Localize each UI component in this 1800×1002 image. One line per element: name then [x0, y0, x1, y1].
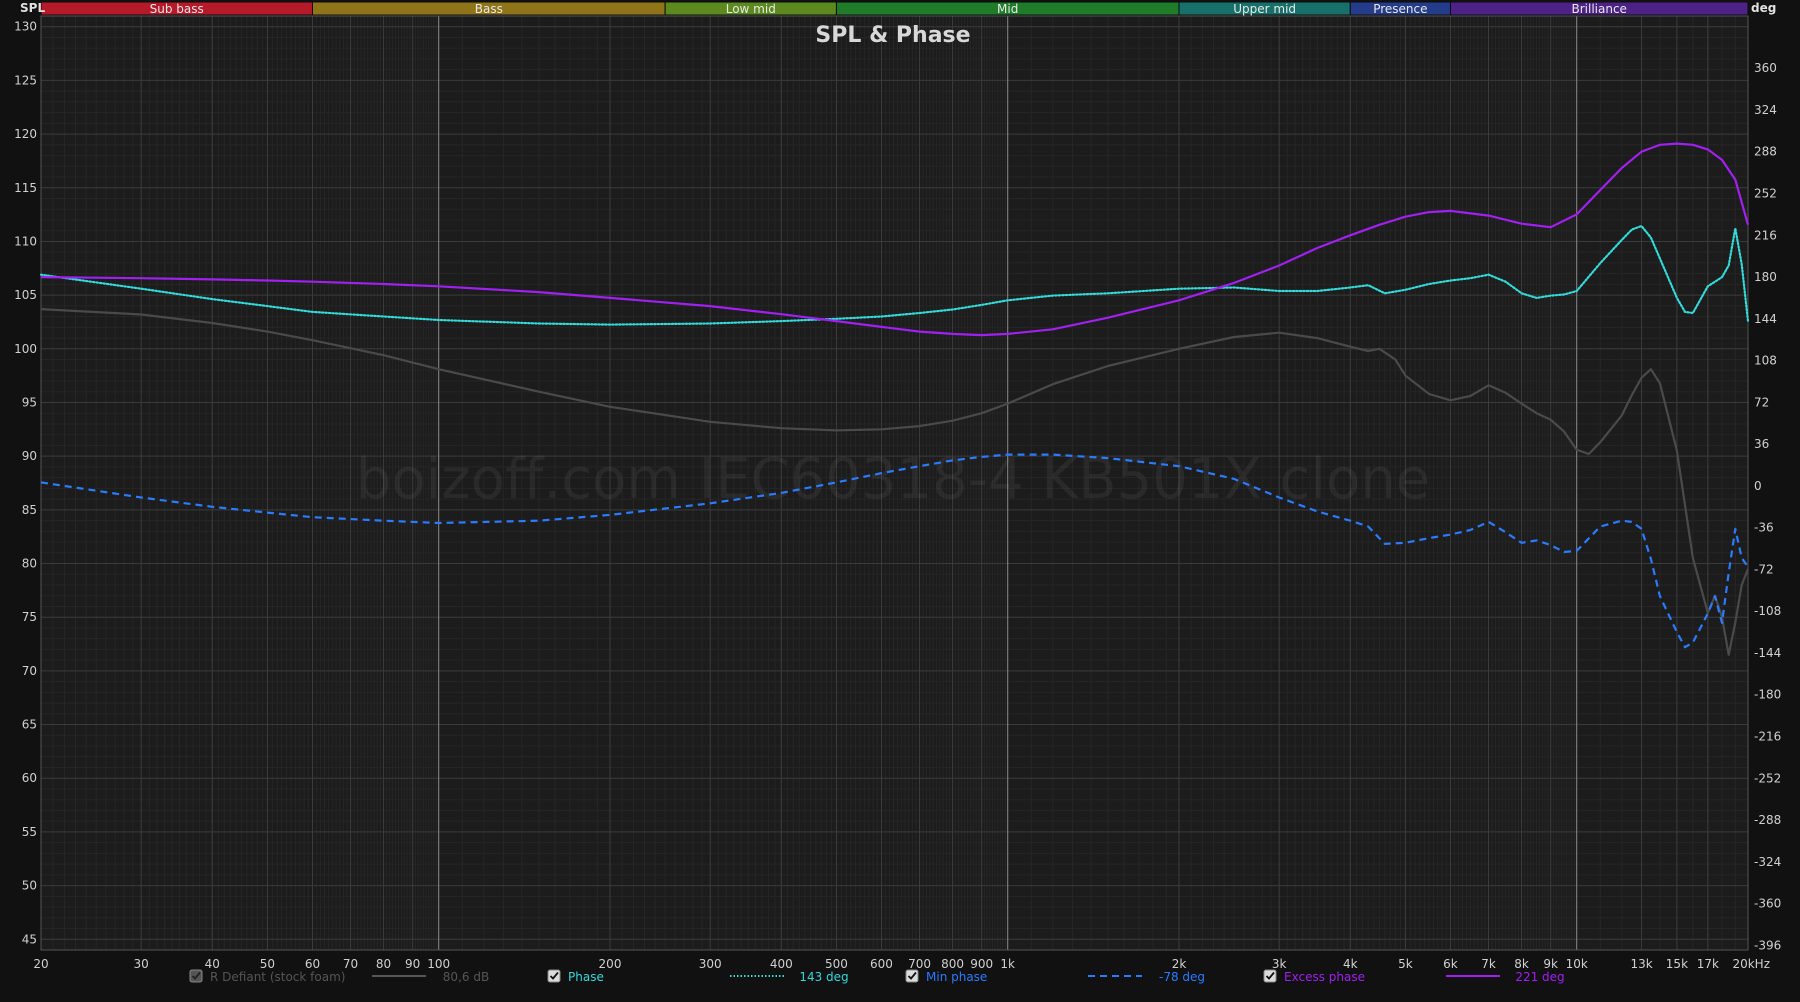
x-tick-label: 7k: [1481, 957, 1496, 971]
left-tick-label: 130: [14, 20, 37, 34]
legend-value: 221 deg: [1515, 970, 1564, 984]
watermark: boizoff.com IEC60318-4 KB501X clone: [356, 447, 1430, 512]
band-label-3: Mid: [997, 2, 1018, 16]
x-tick-label: 90: [405, 957, 420, 971]
x-tick-label: 70: [343, 957, 358, 971]
right-tick-label: -216: [1754, 730, 1781, 744]
legend-name: Phase: [568, 970, 604, 984]
left-tick-label: 45: [22, 932, 37, 946]
right-tick-label: 324: [1754, 103, 1777, 117]
left-tick-label: 95: [22, 395, 37, 409]
right-tick-label: -324: [1754, 855, 1781, 869]
right-tick-label: -180: [1754, 688, 1781, 702]
x-tick-label: 60: [305, 957, 320, 971]
left-axis-unit: SPL: [20, 1, 45, 15]
right-tick-label: 0: [1754, 479, 1762, 493]
right-tick-label: -288: [1754, 813, 1781, 827]
right-tick-label: -360: [1754, 897, 1781, 911]
x-tick-label: 3k: [1272, 957, 1287, 971]
x-tick-label: 2k: [1172, 957, 1187, 971]
band-label-2: Low mid: [726, 2, 776, 16]
legend-name: Min phase: [926, 970, 987, 984]
right-tick-label: 144: [1754, 312, 1777, 326]
legend-value: 80,6 dB: [443, 970, 489, 984]
band-label-5: Presence: [1373, 2, 1427, 16]
x-tick-label: 30: [134, 957, 149, 971]
x-tick-label: 900: [970, 957, 993, 971]
x-tick-label: 40: [205, 957, 220, 971]
left-tick-label: 90: [22, 449, 37, 463]
right-tick-label: 108: [1754, 354, 1777, 368]
right-tick-label: 180: [1754, 270, 1777, 284]
x-tick-label: 13k: [1630, 957, 1652, 971]
right-tick-label: -108: [1754, 604, 1781, 618]
right-tick-label: -144: [1754, 646, 1781, 660]
x-tick-label: 9k: [1543, 957, 1558, 971]
right-tick-label: 72: [1754, 395, 1769, 409]
x-tick-label: 6k: [1443, 957, 1458, 971]
right-tick-label: -396: [1754, 938, 1781, 952]
right-tick-label: -36: [1754, 521, 1774, 535]
frequency-bands: Sub bass Bass Low mid Mid Upper mid Presence B…: [40, 1, 1749, 16]
x-tick-label: 100: [427, 957, 450, 971]
x-tick-label: 800: [941, 957, 964, 971]
x-tick-label: 300: [699, 957, 722, 971]
x-tick-label: 50: [260, 957, 275, 971]
legend-name: Excess phase: [1284, 970, 1365, 984]
band-label-1: Bass: [475, 2, 503, 16]
x-tick-label: 80: [376, 957, 391, 971]
spl-phase-chart: Sub bass Bass Low mid Mid Upper mid Presence B…: [0, 0, 1800, 1002]
band-label-4: Upper mid: [1233, 2, 1296, 16]
x-tick-label: 10k: [1566, 957, 1588, 971]
x-tick-label: 1k: [1000, 957, 1015, 971]
left-tick-label: 85: [22, 503, 37, 517]
left-tick-label: 60: [22, 771, 37, 785]
right-tick-label: 216: [1754, 228, 1777, 242]
x-tick-label: 20: [33, 957, 48, 971]
right-tick-label: 288: [1754, 145, 1777, 159]
legend-value: -78 deg: [1159, 970, 1205, 984]
x-tick-label: 500: [825, 957, 848, 971]
right-tick-label: 252: [1754, 187, 1777, 201]
left-tick-label: 70: [22, 664, 37, 678]
left-tick-label: 55: [22, 825, 37, 839]
x-tick-label: 15k: [1666, 957, 1688, 971]
left-tick-label: 65: [22, 718, 37, 732]
left-tick-label: 120: [14, 127, 37, 141]
right-tick-label: 360: [1754, 61, 1777, 75]
legend-name: R Defiant (stock foam): [210, 970, 345, 984]
band-label-6: Brilliance: [1572, 2, 1627, 16]
x-tick-label: 20kHz: [1732, 957, 1770, 971]
left-tick-label: 75: [22, 610, 37, 624]
x-tick-label: 8k: [1514, 957, 1529, 971]
legend-item-r-defiant-stock-foam-[interactable]: R Defiant (stock foam) 80,6 dB: [189, 969, 489, 984]
legend-value: 143 deg: [799, 970, 848, 984]
left-tick-label: 50: [22, 879, 37, 893]
x-tick-label: 700: [908, 957, 931, 971]
left-tick-label: 115: [14, 181, 37, 195]
band-label-0: Sub bass: [150, 2, 204, 16]
x-tick-label: 17k: [1697, 957, 1719, 971]
left-tick-label: 100: [14, 342, 37, 356]
left-tick-label: 105: [14, 288, 37, 302]
x-tick-label: 4k: [1343, 957, 1358, 971]
right-tick-label: 36: [1754, 437, 1769, 451]
right-tick-label: -252: [1754, 771, 1781, 785]
x-tick-label: 600: [870, 957, 893, 971]
x-tick-label: 400: [770, 957, 793, 971]
left-tick-label: 110: [14, 234, 37, 248]
x-tick-label: 5k: [1398, 957, 1413, 971]
x-tick-label: 200: [599, 957, 622, 971]
right-tick-label: -72: [1754, 562, 1774, 576]
right-axis-unit: deg: [1751, 1, 1776, 15]
left-tick-label: 125: [14, 73, 37, 87]
left-tick-label: 80: [22, 557, 37, 571]
chart-title: SPL & Phase: [815, 23, 970, 48]
